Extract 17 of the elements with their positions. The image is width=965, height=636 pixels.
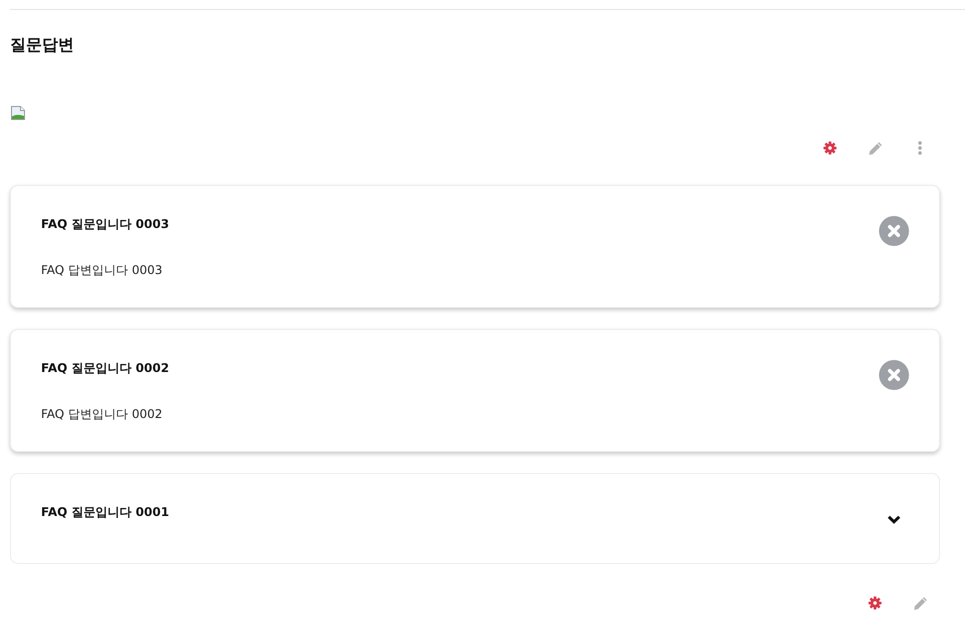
faq-answer: FAQ 답변입니다 0003 <box>41 262 164 278</box>
broken-image-icon <box>10 105 26 121</box>
pencil-icon <box>868 140 882 156</box>
pencil-icon <box>912 596 928 610</box>
close-button[interactable] <box>879 360 909 390</box>
close-button[interactable] <box>879 216 909 246</box>
page-title: 질문답변 <box>10 35 74 55</box>
faq-answer: FAQ 답변입니다 0002 <box>41 406 164 422</box>
faq-question[interactable]: FAQ 질문입니다 0001 <box>41 504 170 520</box>
more-vertical-icon <box>918 141 922 155</box>
chevron-down-icon <box>887 514 901 524</box>
close-icon <box>879 216 909 246</box>
gear-icon <box>823 141 837 155</box>
gear-icon <box>868 596 882 610</box>
close-icon <box>879 360 909 390</box>
faq-question[interactable]: FAQ 질문입니다 0002 <box>41 360 170 376</box>
faq-question[interactable]: FAQ 질문입니다 0003 <box>41 216 170 232</box>
